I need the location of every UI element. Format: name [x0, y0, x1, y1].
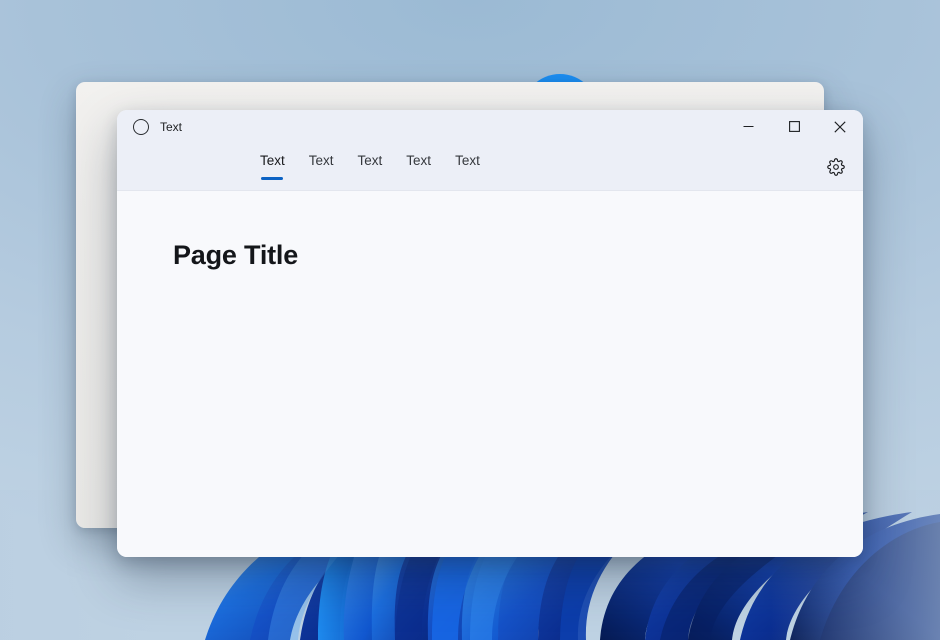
window-controls [725, 110, 863, 143]
title-bar[interactable]: Text [117, 110, 863, 143]
close-button[interactable] [817, 110, 863, 143]
tab-item-4[interactable]: Text [443, 143, 492, 191]
tab-active-indicator [456, 177, 478, 180]
tab-label: Text [406, 151, 431, 170]
tab-item-3[interactable]: Text [394, 143, 443, 191]
circle-icon [133, 119, 149, 135]
tab-label: Text [260, 151, 285, 170]
maximize-icon [789, 121, 800, 132]
tab-label: Text [455, 151, 480, 170]
tab-item-1[interactable]: Text [297, 143, 346, 191]
maximize-button[interactable] [771, 110, 817, 143]
content-area: Page Title [117, 191, 863, 557]
tab-item-2[interactable]: Text [346, 143, 395, 191]
minimize-button[interactable] [725, 110, 771, 143]
close-icon [834, 121, 846, 133]
gear-icon [827, 158, 845, 176]
tab-active-indicator [261, 177, 283, 180]
page-title: Page Title [173, 239, 863, 271]
tab-label: Text [309, 151, 334, 170]
desktop: Text [0, 0, 940, 640]
tab-label: Text [358, 151, 383, 170]
minimize-icon [743, 121, 754, 132]
settings-button[interactable] [819, 151, 853, 183]
tab-strip: Text Text Text Text Text [117, 143, 863, 191]
tab-active-indicator [359, 177, 381, 180]
tab-active-indicator [408, 177, 430, 180]
application-window[interactable]: Text [117, 110, 863, 557]
window-title: Text [160, 119, 182, 135]
tab-active-indicator [310, 177, 332, 180]
tab-item-0[interactable]: Text [248, 143, 297, 191]
